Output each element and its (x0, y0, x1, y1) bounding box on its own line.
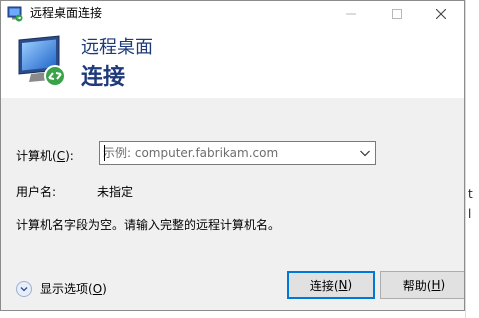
expand-circle[interactable] (16, 281, 32, 297)
computer-label: 计算机(C): (16, 149, 74, 163)
computer-input[interactable] (103, 144, 353, 162)
chevron-down-icon (20, 287, 28, 292)
header-title-line2: 连接 (81, 65, 126, 90)
show-options-toggle[interactable]: 显示选项(O) (16, 281, 107, 297)
connect-button[interactable]: 连接(N) (287, 271, 375, 299)
close-icon (436, 8, 446, 19)
window-title: 远程桌面连接 (30, 6, 103, 20)
maximize-button[interactable] (374, 1, 420, 26)
remote-desktop-icon (18, 35, 66, 87)
username-label: 用户名: (16, 185, 57, 199)
username-value: 未指定 (97, 185, 134, 199)
info-message: 计算机名字段为空。请输入完整的远程计算机名。 (16, 218, 281, 232)
header-title-line1: 远程桌面 (81, 37, 153, 58)
text-cursor (104, 145, 105, 161)
header-banner: 远程桌面 连接 (1, 26, 464, 98)
background-window: t l (465, 0, 479, 318)
remote-desktop-window: 远程桌面连接 远程桌面 连接 计算机(C): 示例: computer.fabr… (0, 0, 465, 311)
background-window-text: t l (468, 187, 473, 221)
show-options-label[interactable]: 显示选项(O) (40, 281, 107, 297)
remote-desktop-icon (7, 6, 23, 22)
help-button[interactable]: 帮助(H) (380, 271, 464, 299)
maximize-icon (392, 8, 402, 19)
minimize-icon (346, 13, 356, 14)
close-button[interactable] (418, 1, 464, 26)
minimize-button[interactable] (328, 1, 374, 26)
title-bar[interactable]: 远程桌面连接 (1, 1, 464, 26)
computer-combobox[interactable] (99, 141, 376, 165)
chevron-down-icon[interactable] (359, 147, 371, 159)
